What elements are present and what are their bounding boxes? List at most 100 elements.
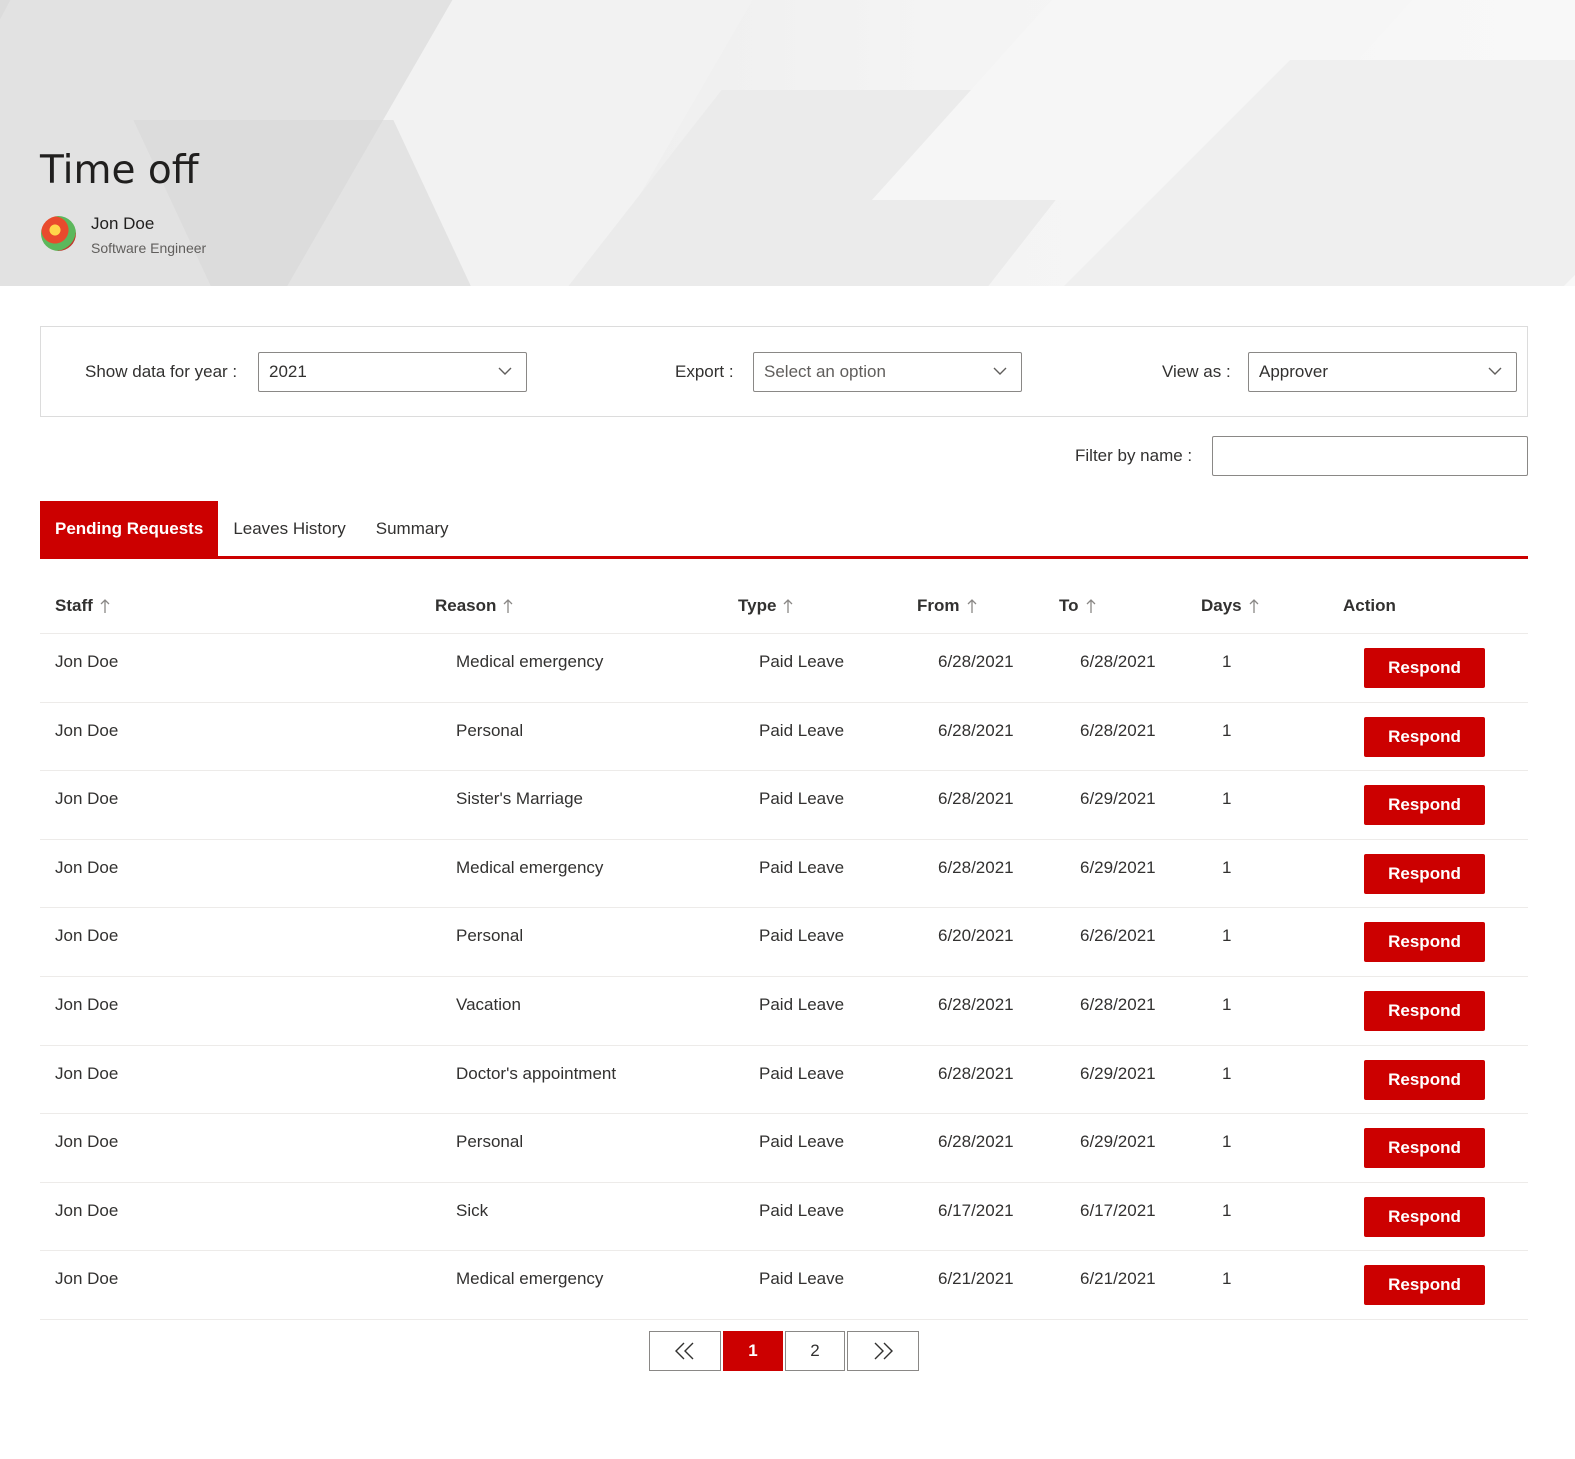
cell-days: 1 — [1222, 1269, 1232, 1289]
page-button-2[interactable]: 2 — [785, 1331, 845, 1371]
table-row: Jon Doe Personal Paid Leave 6/28/2021 6/… — [40, 1114, 1528, 1183]
export-placeholder: Select an option — [764, 362, 886, 381]
cell-type: Paid Leave — [759, 720, 845, 740]
table-row: Jon Doe Vacation Paid Leave 6/28/2021 6/… — [40, 977, 1528, 1046]
tab-bar: Pending Requests Leaves History Summary — [40, 501, 463, 556]
cell-to: 6/29/2021 — [1080, 857, 1156, 877]
cell-from: 6/28/2021 — [938, 789, 1014, 809]
cell-days: 1 — [1222, 652, 1232, 671]
respond-button[interactable]: Respond — [1364, 716, 1485, 757]
year-dropdown[interactable]: 2021 — [258, 352, 527, 392]
year-label: Show data for year : — [85, 362, 238, 381]
name-filter-input[interactable] — [1212, 436, 1528, 476]
last-page-button[interactable] — [847, 1331, 919, 1371]
cell-reason: Personal — [456, 926, 524, 946]
double-chevron-left-icon — [675, 1342, 694, 1360]
view-as-label: View as : — [1162, 362, 1231, 381]
cell-type: Paid Leave — [759, 1200, 845, 1220]
cell-reason: Sick — [456, 1200, 489, 1220]
column-header-staff[interactable]: Staff — [55, 596, 111, 616]
cell-to: 6/26/2021 — [1080, 926, 1156, 946]
arrow-up-icon — [783, 599, 793, 613]
respond-button[interactable]: Respond — [1364, 853, 1485, 894]
column-header-days[interactable]: Days — [1201, 596, 1260, 616]
cell-from: 6/28/2021 — [938, 994, 1014, 1014]
cell-staff: Jon Doe — [55, 1132, 119, 1152]
table-row: Jon Doe Sister's Marriage Paid Leave 6/2… — [40, 771, 1528, 840]
user-name: Jon Doe — [91, 214, 155, 233]
user-role: Software Engineer — [91, 240, 207, 256]
respond-button[interactable]: Respond — [1364, 785, 1485, 826]
view-as-dropdown[interactable]: Approver — [1248, 352, 1517, 392]
respond-button[interactable]: Respond — [1364, 1128, 1485, 1169]
avatar[interactable] — [41, 216, 76, 251]
cell-from: 6/28/2021 — [938, 1063, 1014, 1083]
filter-panel: Show data for year : 2021 Export : Selec… — [40, 326, 1528, 417]
cell-staff: Jon Doe — [55, 1269, 119, 1289]
column-header-action: Action — [1343, 596, 1396, 615]
cell-from: 6/28/2021 — [938, 652, 1014, 671]
cell-days: 1 — [1222, 789, 1232, 809]
cell-reason: Personal — [456, 720, 524, 740]
double-chevron-right-icon — [874, 1342, 893, 1360]
column-header-type[interactable]: Type — [738, 596, 794, 616]
pagination: 1 2 — [649, 1331, 919, 1371]
arrow-up-icon — [100, 599, 110, 613]
arrow-up-icon — [503, 599, 513, 613]
tab-summary[interactable]: Summary — [361, 501, 464, 556]
page-button-1[interactable]: 1 — [723, 1331, 783, 1371]
column-header-reason[interactable]: Reason — [435, 596, 514, 616]
chevron-down-icon — [498, 367, 512, 375]
cell-days: 1 — [1222, 926, 1232, 946]
cell-from: 6/20/2021 — [938, 926, 1014, 946]
column-header-to[interactable]: To — [1059, 596, 1097, 616]
cell-type: Paid Leave — [759, 1269, 845, 1289]
cell-to: 6/28/2021 — [1080, 994, 1156, 1014]
table-header: Staff Reason Type From To Days Action — [40, 580, 1528, 634]
respond-button[interactable]: Respond — [1364, 1059, 1485, 1100]
cell-type: Paid Leave — [759, 926, 845, 946]
cell-reason: Doctor's appointment — [456, 1063, 617, 1083]
respond-button[interactable]: Respond — [1364, 990, 1485, 1031]
table-row: Jon Doe Personal Paid Leave 6/28/2021 6/… — [40, 703, 1528, 772]
tab-pending-requests[interactable]: Pending Requests — [40, 501, 219, 556]
column-header-from[interactable]: From — [917, 596, 978, 616]
page-title: Time off — [40, 148, 199, 193]
view-as-value: Approver — [1259, 362, 1328, 381]
cell-days: 1 — [1222, 857, 1232, 877]
cell-reason: Sister's Marriage — [456, 789, 584, 809]
table-row: Jon Doe Sick Paid Leave 6/17/2021 6/17/2… — [40, 1183, 1528, 1252]
cell-days: 1 — [1222, 1200, 1232, 1220]
cell-reason: Medical emergency — [456, 857, 604, 877]
pending-requests-table: Staff Reason Type From To Days Action Jo… — [40, 580, 1528, 1320]
cell-staff: Jon Doe — [55, 857, 119, 877]
cell-from: 6/17/2021 — [938, 1200, 1014, 1220]
cell-from: 6/21/2021 — [938, 1269, 1014, 1289]
cell-from: 6/28/2021 — [938, 857, 1014, 877]
arrow-up-icon — [1249, 599, 1259, 613]
cell-type: Paid Leave — [759, 652, 845, 671]
cell-days: 1 — [1222, 720, 1232, 740]
respond-button[interactable]: Respond — [1364, 1196, 1485, 1237]
table-row: Jon Doe Medical emergency Paid Leave 6/2… — [40, 1251, 1528, 1320]
chevron-down-icon — [993, 367, 1007, 375]
export-dropdown[interactable]: Select an option — [753, 352, 1022, 392]
respond-button[interactable]: Respond — [1364, 648, 1485, 688]
cell-staff: Jon Doe — [55, 1063, 119, 1083]
name-filter-label: Filter by name : — [1075, 446, 1193, 465]
respond-button[interactable]: Respond — [1364, 922, 1485, 963]
cell-staff: Jon Doe — [55, 994, 119, 1014]
tab-leaves-history[interactable]: Leaves History — [218, 501, 360, 556]
cell-staff: Jon Doe — [55, 926, 119, 946]
respond-button[interactable]: Respond — [1364, 1265, 1485, 1306]
first-page-button[interactable] — [649, 1331, 721, 1371]
table-row: Jon Doe Medical emergency Paid Leave 6/2… — [40, 840, 1528, 909]
cell-to: 6/29/2021 — [1080, 1063, 1156, 1083]
cell-to: 6/21/2021 — [1080, 1269, 1156, 1289]
table-row: Jon Doe Medical emergency Paid Leave 6/2… — [40, 634, 1528, 703]
cell-days: 1 — [1222, 994, 1232, 1014]
tab-underline — [40, 556, 1528, 559]
cell-reason: Medical emergency — [456, 652, 604, 671]
cell-staff: Jon Doe — [55, 789, 119, 809]
cell-type: Paid Leave — [759, 1063, 845, 1083]
